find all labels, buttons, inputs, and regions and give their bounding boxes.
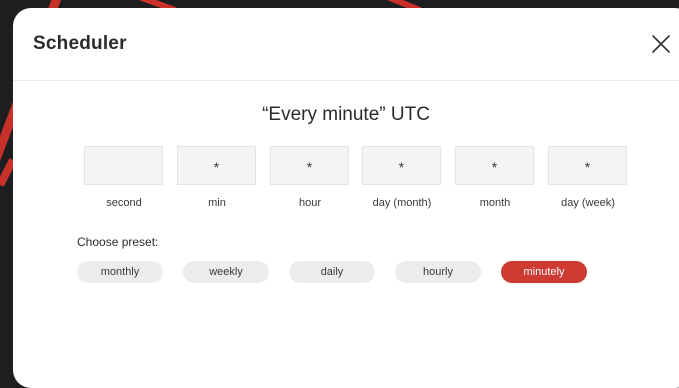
field-hour-label: hour xyxy=(298,197,322,209)
scheduler-dialog: Scheduler “Every minute” UTC * * * * * s… xyxy=(13,8,679,388)
field-month-label: month xyxy=(479,197,511,209)
field-min-label: min xyxy=(208,197,226,209)
cron-fields: * * * * * xyxy=(84,146,636,186)
preset-monthly-button[interactable]: monthly xyxy=(77,261,163,283)
field-month-input[interactable]: * xyxy=(455,146,534,185)
close-icon[interactable] xyxy=(650,33,672,55)
field-hour-input[interactable]: * xyxy=(270,146,349,185)
field-day-month-label: day (month) xyxy=(372,197,432,209)
field-second-label: second xyxy=(106,197,142,209)
dialog-header: Scheduler xyxy=(13,8,679,81)
close-button[interactable] xyxy=(650,33,672,55)
dialog-title: Scheduler xyxy=(33,33,127,54)
field-min-input[interactable]: * xyxy=(177,146,256,185)
preset-minutely-button[interactable]: minutely xyxy=(501,261,587,283)
preset-weekly-button[interactable]: weekly xyxy=(183,261,269,283)
field-day-week-label: day (week) xyxy=(561,197,615,209)
field-second-input[interactable] xyxy=(84,146,163,185)
preset-heading: Choose preset: xyxy=(77,235,159,249)
preset-hourly-button[interactable]: hourly xyxy=(395,261,481,283)
cron-expression-description: “Every minute” UTC xyxy=(262,104,430,125)
preset-daily-button[interactable]: daily xyxy=(289,261,375,283)
field-day-month-input[interactable]: * xyxy=(362,146,441,185)
field-day-week-input[interactable]: * xyxy=(548,146,627,185)
